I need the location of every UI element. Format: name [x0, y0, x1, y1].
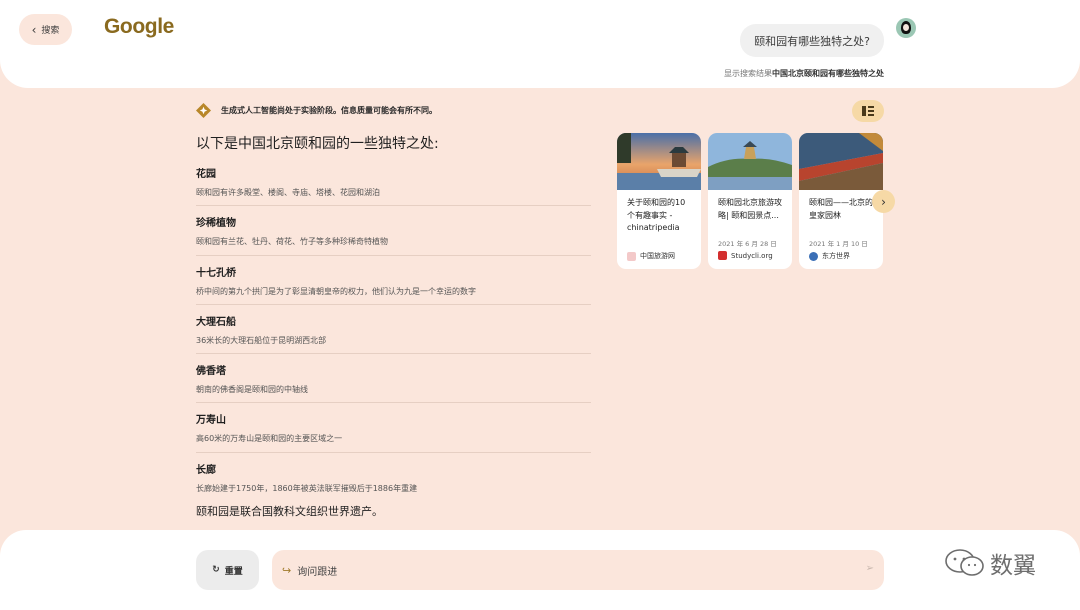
item-description: 颐和园有许多殿堂、楼阁、寺庙、塔楼、花园和湖泊	[196, 188, 380, 197]
list-item: 长廊 长廊始建于1750年，1860年被英法联军摧毁后于1886年重建	[196, 453, 591, 502]
card-thumbnail	[617, 133, 701, 190]
back-to-search-button[interactable]: ‹ 搜索	[19, 14, 72, 45]
header: ‹ 搜索 Google 颐和园有哪些独特之处? 显示搜索结果中国北京颐和园有哪些…	[0, 0, 1080, 88]
layout-toggle-button[interactable]	[852, 100, 884, 122]
avatar-face	[903, 24, 909, 31]
item-description: 桥中间的第九个拱门是为了彰显清朝皇帝的权力，他们认为九是一个幸运的数字	[196, 286, 476, 296]
source-favicon-icon	[627, 251, 636, 261]
item-description: 颐和园有兰花、牡丹、荷花、竹子等多种珍稀奇特植物	[196, 237, 388, 247]
source-cards: 关于颐和园的10个有趣事实 - chinatripedia 中国旅游网 颐和园北…	[617, 133, 883, 269]
item-title: 珍稀植物	[196, 218, 236, 230]
next-cards-button[interactable]: ›	[872, 190, 895, 213]
source-name: 中国旅游网	[640, 252, 675, 260]
answer-title: 以下是中国北京颐和园的一些独特之处:	[196, 136, 439, 152]
card-title: 关于颐和园的10个有趣事实 - chinatripedia	[627, 198, 686, 232]
chevron-left-icon: ‹	[31, 22, 37, 37]
item-title: 十七孔桥	[196, 267, 236, 279]
item-description: 36米长的大理石船位于昆明湖西北部	[196, 335, 327, 345]
item-description: 朝南的佛香阁是颐和园的中轴线	[196, 385, 308, 395]
user-query-bubble: 颐和园有哪些独特之处?	[740, 24, 884, 57]
sparkle-diamond-icon	[196, 103, 211, 118]
list-item: 佛香塔 朝南的佛香阁是颐和园的中轴线	[196, 354, 591, 404]
follow-up-arrow-icon: ↪	[282, 563, 292, 577]
answer-conclusion: 颐和园是联合国教科文组织世界遗产。	[196, 505, 383, 518]
card-thumbnail	[799, 133, 883, 190]
chevron-right-icon: ›	[881, 194, 886, 209]
item-title: 花园	[196, 169, 216, 180]
send-icon[interactable]: ➢	[866, 563, 874, 574]
card-source: Studycli.org	[718, 251, 783, 260]
card-source: 东方世界	[809, 251, 874, 261]
google-logo[interactable]: Google	[104, 15, 174, 39]
source-card[interactable]: 关于颐和园的10个有趣事实 - chinatripedia 中国旅游网	[617, 133, 701, 269]
list-item: 万寿山 高60米的万寿山是颐和园的主要区域之一	[196, 403, 591, 453]
list-item: 珍稀植物 颐和园有兰花、牡丹、荷花、竹子等多种珍稀奇特植物	[196, 206, 591, 256]
reset-label: 重置	[224, 566, 243, 577]
source-name: 东方世界	[822, 252, 850, 260]
item-title: 佛香塔	[196, 366, 226, 378]
followup-placeholder: 询问跟进	[297, 566, 338, 578]
item-title: 大理石船	[196, 316, 236, 328]
watermark: 数翼	[944, 546, 1036, 580]
list-item: 花园 颐和园有许多殿堂、楼阁、寺庙、塔楼、花园和湖泊	[196, 157, 591, 207]
list-item: 大理石船 36米长的大理石船位于昆明湖西北部	[196, 305, 591, 355]
source-favicon-icon	[809, 251, 818, 261]
followup-input[interactable]: ↪ 询问跟进 ➢	[272, 550, 884, 590]
item-description: 长廊始建于1750年，1860年被英法联军摧毁后于1886年重建	[196, 483, 418, 493]
card-date	[627, 238, 692, 248]
watermark-text: 数翼	[990, 553, 1036, 579]
card-title: 颐和园——北京的皇家园林	[809, 198, 873, 220]
results-query: 中国北京颐和园有哪些独特之处	[772, 69, 884, 78]
card-thumbnail	[708, 133, 792, 190]
source-card[interactable]: 颐和园——北京的皇家园林 2021 年 1 月 10 日 东方世界	[799, 133, 883, 269]
list-item: 十七孔桥 桥中间的第九个拱门是为了彰显清朝皇帝的权力，他们认为九是一个幸运的数字	[196, 256, 591, 305]
list-layout-icon	[862, 106, 874, 116]
card-date: 2021 年 1 月 10 日	[809, 240, 868, 248]
results-prefix: 显示搜索结果	[724, 69, 772, 78]
source-card[interactable]: 颐和园北京旅游攻略| 颐和园景点... 2021 年 6 月 28 日 Stud…	[708, 133, 792, 269]
back-button-label: 搜索	[41, 26, 60, 36]
reset-button[interactable]: ↻ 重置	[196, 550, 259, 590]
card-source: 中国旅游网	[627, 251, 692, 261]
experimental-disclaimer: 生成式人工智能尚处于实验阶段。信息质量可能会有所不同。	[221, 106, 437, 115]
source-favicon-icon	[718, 251, 727, 260]
avatar[interactable]	[896, 18, 916, 38]
wechat-logo-icon	[945, 549, 984, 576]
card-date: 2021 年 6 月 28 日	[718, 240, 777, 248]
item-title: 万寿山	[196, 415, 226, 427]
item-title: 长廊	[196, 464, 216, 476]
item-description: 高60米的万寿山是颐和园的主要区域之一	[196, 434, 343, 444]
source-name: Studycli.org	[731, 251, 773, 260]
card-title: 颐和园北京旅游攻略| 颐和园景点...	[718, 198, 782, 220]
answer-list: 花园 颐和园有许多殿堂、楼阁、寺庙、塔楼、花园和湖泊 珍稀植物 颐和园有兰花、牡…	[196, 157, 591, 502]
refresh-icon: ↻	[212, 565, 220, 575]
search-results-link[interactable]: 显示搜索结果中国北京颐和园有哪些独特之处	[724, 68, 884, 79]
footer-bar: ↻ 重置 ↪ 询问跟进 ➢ 数翼	[0, 530, 1080, 610]
